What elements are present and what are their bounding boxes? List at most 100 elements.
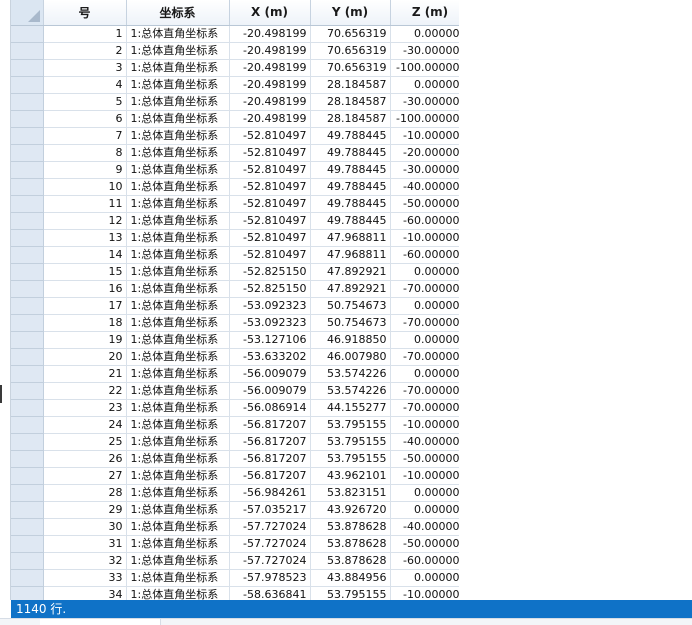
row-selector[interactable] [11, 212, 44, 230]
column-header-number[interactable]: 号 [43, 0, 127, 26]
y-cell[interactable]: 53.795155 [310, 450, 391, 468]
coordinate-system-cell[interactable]: 1:总体直角坐标系 [126, 280, 230, 298]
x-cell[interactable]: -56.086914 [229, 399, 311, 417]
y-cell[interactable]: 53.878628 [310, 535, 391, 553]
row-selector[interactable] [11, 76, 44, 94]
table-row[interactable]: 311:总体直角坐标系-57.72702453.878628-50.000000 [11, 535, 459, 553]
x-cell[interactable]: -52.810497 [229, 229, 311, 247]
row-selector[interactable] [11, 348, 44, 366]
z-cell[interactable]: -10.000000 [390, 127, 459, 145]
y-cell[interactable]: 49.788445 [310, 161, 391, 179]
row-selector[interactable] [11, 535, 44, 553]
y-cell[interactable]: 47.892921 [310, 280, 391, 298]
table-row[interactable]: 101:总体直角坐标系-52.81049749.788445-40.000000 [11, 178, 459, 196]
table-row[interactable]: 91:总体直角坐标系-52.81049749.788445-30.000000 [11, 161, 459, 179]
coordinate-system-cell[interactable]: 1:总体直角坐标系 [126, 535, 230, 553]
x-cell[interactable]: -57.727024 [229, 552, 311, 570]
table-row[interactable]: 21:总体直角坐标系-20.49819970.656319-30.000000 [11, 42, 459, 60]
table-row[interactable]: 71:总体直角坐标系-52.81049749.788445-10.000000 [11, 127, 459, 145]
table-row[interactable]: 221:总体直角坐标系-56.00907953.574226-70.000000 [11, 382, 459, 400]
column-header-z[interactable]: Z (m) [390, 0, 459, 26]
row-number-cell[interactable]: 19 [43, 331, 127, 349]
table-row[interactable]: 201:总体直角坐标系-53.63320246.007980-70.000000 [11, 348, 459, 366]
row-number-cell[interactable]: 34 [43, 586, 127, 600]
row-selector[interactable] [11, 127, 44, 145]
coordinate-system-cell[interactable]: 1:总体直角坐标系 [126, 110, 230, 128]
row-number-cell[interactable]: 3 [43, 59, 127, 77]
y-cell[interactable]: 43.884956 [310, 569, 391, 587]
x-cell[interactable]: -20.498199 [229, 42, 311, 60]
z-cell[interactable]: 0.000000 [390, 365, 459, 383]
row-number-cell[interactable]: 28 [43, 484, 127, 502]
y-cell[interactable]: 43.962101 [310, 467, 391, 485]
z-cell[interactable]: -70.000000 [390, 280, 459, 298]
coordinate-system-cell[interactable]: 1:总体直角坐标系 [126, 297, 230, 315]
y-cell[interactable]: 49.788445 [310, 212, 391, 230]
row-number-cell[interactable]: 8 [43, 144, 127, 162]
coordinate-system-cell[interactable]: 1:总体直角坐标系 [126, 569, 230, 587]
coordinate-system-cell[interactable]: 1:总体直角坐标系 [126, 365, 230, 383]
x-cell[interactable]: -52.810497 [229, 195, 311, 213]
row-number-cell[interactable]: 2 [43, 42, 127, 60]
y-cell[interactable]: 53.795155 [310, 586, 391, 600]
z-cell[interactable]: -10.000000 [390, 229, 459, 247]
z-cell[interactable]: 0.000000 [390, 331, 459, 349]
row-number-cell[interactable]: 20 [43, 348, 127, 366]
z-cell[interactable]: -70.000000 [390, 382, 459, 400]
coordinate-system-cell[interactable]: 1:总体直角坐标系 [126, 467, 230, 485]
x-cell[interactable]: -52.825150 [229, 280, 311, 298]
row-selector[interactable] [11, 25, 44, 43]
row-number-cell[interactable]: 1 [43, 25, 127, 43]
coordinate-system-cell[interactable]: 1:总体直角坐标系 [126, 552, 230, 570]
table-row[interactable]: 111:总体直角坐标系-52.81049749.788445-50.000000 [11, 195, 459, 213]
z-cell[interactable]: -50.000000 [390, 535, 459, 553]
row-number-cell[interactable]: 12 [43, 212, 127, 230]
x-cell[interactable]: -20.498199 [229, 93, 311, 111]
z-cell[interactable]: -100.000000 [390, 59, 459, 77]
row-number-cell[interactable]: 31 [43, 535, 127, 553]
row-selector[interactable] [11, 331, 44, 349]
x-cell[interactable]: -20.498199 [229, 76, 311, 94]
y-cell[interactable]: 47.892921 [310, 263, 391, 281]
z-cell[interactable]: -30.000000 [390, 161, 459, 179]
z-cell[interactable]: -10.000000 [390, 586, 459, 600]
y-cell[interactable]: 53.823151 [310, 484, 391, 502]
row-selector[interactable] [11, 195, 44, 213]
row-number-cell[interactable]: 13 [43, 229, 127, 247]
coordinate-system-cell[interactable]: 1:总体直角坐标系 [126, 484, 230, 502]
x-cell[interactable]: -56.817207 [229, 433, 311, 451]
row-selector[interactable] [11, 450, 44, 468]
coordinate-system-cell[interactable]: 1:总体直角坐标系 [126, 501, 230, 519]
bottom-tab[interactable] [40, 619, 161, 625]
y-cell[interactable]: 28.184587 [310, 93, 391, 111]
row-number-cell[interactable]: 25 [43, 433, 127, 451]
y-cell[interactable]: 70.656319 [310, 42, 391, 60]
z-cell[interactable]: -60.000000 [390, 246, 459, 264]
x-cell[interactable]: -57.727024 [229, 518, 311, 536]
y-cell[interactable]: 43.926720 [310, 501, 391, 519]
y-cell[interactable]: 46.007980 [310, 348, 391, 366]
coordinate-system-cell[interactable]: 1:总体直角坐标系 [126, 450, 230, 468]
x-cell[interactable]: -52.810497 [229, 144, 311, 162]
table-row[interactable]: 11:总体直角坐标系-20.49819970.6563190.000000 [11, 25, 459, 43]
coordinate-system-cell[interactable]: 1:总体直角坐标系 [126, 416, 230, 434]
row-selector[interactable] [11, 297, 44, 315]
y-cell[interactable]: 28.184587 [310, 76, 391, 94]
z-cell[interactable]: -50.000000 [390, 450, 459, 468]
row-number-cell[interactable]: 4 [43, 76, 127, 94]
x-cell[interactable]: -20.498199 [229, 25, 311, 43]
coordinate-system-cell[interactable]: 1:总体直角坐标系 [126, 76, 230, 94]
z-cell[interactable]: 0.000000 [390, 501, 459, 519]
x-cell[interactable]: -52.810497 [229, 246, 311, 264]
row-selector[interactable] [11, 246, 44, 264]
y-cell[interactable]: 50.754673 [310, 297, 391, 315]
table-row[interactable]: 61:总体直角坐标系-20.49819928.184587-100.000000 [11, 110, 459, 128]
row-selector[interactable] [11, 382, 44, 400]
y-cell[interactable]: 50.754673 [310, 314, 391, 332]
z-cell[interactable]: 0.000000 [390, 297, 459, 315]
table-row[interactable]: 231:总体直角坐标系-56.08691444.155277-70.000000 [11, 399, 459, 417]
table-row[interactable]: 291:总体直角坐标系-57.03521743.9267200.000000 [11, 501, 459, 519]
row-selector[interactable] [11, 93, 44, 111]
table-row[interactable]: 271:总体直角坐标系-56.81720743.962101-10.000000 [11, 467, 459, 485]
z-cell[interactable]: 0.000000 [390, 263, 459, 281]
